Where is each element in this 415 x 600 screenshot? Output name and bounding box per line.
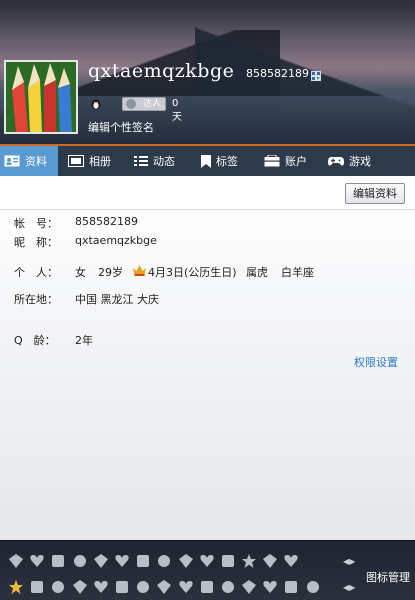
music-icon[interactable] <box>112 577 132 597</box>
penguin-level-icon <box>91 99 101 110</box>
tab-tags[interactable]: 标签 <box>189 146 252 176</box>
nickname-label: 昵 称： <box>14 236 58 249</box>
qage-value: 2年 <box>75 334 93 347</box>
permission-settings-link[interactable]: 权限设置 <box>354 354 398 370</box>
icon-row-2 <box>6 577 324 599</box>
pet-icon[interactable] <box>197 577 217 597</box>
location-value: 中国 黑龙江 大庆 <box>75 293 159 306</box>
account-value: 858582189 <box>75 215 138 228</box>
safe-icon[interactable] <box>218 577 238 597</box>
feed-list-icon <box>134 156 148 166</box>
qq-music-icon[interactable] <box>239 577 259 597</box>
flag-icon[interactable] <box>70 551 90 571</box>
heart-icon[interactable] <box>27 551 47 571</box>
edit-signature-link[interactable]: 编辑个性签名 <box>88 119 154 135</box>
account-label: 帐 号： <box>14 217 58 230</box>
personal-label: 个 人： <box>14 266 58 279</box>
camera-icon[interactable] <box>48 577 68 597</box>
tab-games[interactable]: 游戏 <box>316 146 415 176</box>
birthday-value: 4月3日(公历生日) <box>148 266 237 279</box>
tab-label: 动态 <box>153 155 175 168</box>
game-icon[interactable] <box>70 577 90 597</box>
tab-label: 标签 <box>216 155 238 168</box>
gold-star-icon[interactable] <box>6 577 26 597</box>
diamond-icon[interactable] <box>197 551 217 571</box>
talent-badge[interactable]: 达人 <box>122 97 166 111</box>
icon-row-1 <box>6 551 303 573</box>
night-icon[interactable] <box>176 577 196 597</box>
bookmark-tag-icon <box>201 154 211 168</box>
heart-icon[interactable] <box>281 551 301 571</box>
tab-label: 账户 <box>285 155 307 168</box>
active-days: 0天 <box>172 98 182 123</box>
badge-label: 达人 <box>143 99 162 109</box>
nickname-value: qxtaemqzkbge <box>75 234 157 247</box>
icon-manage-button[interactable]: 图标管理 <box>366 569 410 585</box>
qr-code-icon[interactable] <box>311 71 321 81</box>
qq-penguin-icon[interactable] <box>48 551 68 571</box>
avatar[interactable] <box>4 60 78 134</box>
location-label: 所在地： <box>14 293 58 306</box>
gender-value: 女 <box>75 266 86 279</box>
details-toolbar: 编辑资料 <box>0 176 415 210</box>
star-badge-icon[interactable] <box>239 551 259 571</box>
photo-icon[interactable] <box>154 577 174 597</box>
pencils-icon <box>6 62 76 132</box>
crown-icon <box>133 265 146 276</box>
mail-icon[interactable] <box>281 577 301 597</box>
edit-icon[interactable] <box>260 577 280 597</box>
tab-label: 游戏 <box>349 155 371 168</box>
tab-label: 相册 <box>89 155 111 168</box>
shield-icon[interactable] <box>91 577 111 597</box>
tab-album[interactable]: 相册 <box>58 146 122 176</box>
diamond-icon[interactable] <box>218 551 238 571</box>
tab-label: 资料 <box>25 155 47 168</box>
gift-icon[interactable] <box>133 577 153 597</box>
wallet-icon <box>264 155 280 167</box>
zodiac-value: 属虎 <box>246 266 268 279</box>
tab-feed[interactable]: 动态 <box>122 146 189 176</box>
tab-profile[interactable]: 资料 <box>0 146 58 176</box>
diamond-icon[interactable] <box>260 551 280 571</box>
icon-bar: ◀▶ ◀▶ 图标管理 <box>0 540 415 600</box>
edit-profile-button[interactable]: 编辑资料 <box>345 183 405 204</box>
profile-details-panel: 编辑资料 帐 号： 858582189 昵 称： qxtaemqzkbge 个 … <box>0 176 415 540</box>
vip-icon[interactable] <box>112 551 132 571</box>
video-icon[interactable] <box>303 577 323 597</box>
mobile-qq-icon[interactable] <box>6 551 26 571</box>
scroll-right-arrow-icon[interactable]: ◀▶ <box>343 583 355 592</box>
diamond-icon[interactable] <box>133 551 153 571</box>
profile-header: qxtaemqzkbge 858582189 达人 0天 编辑个性签名 <box>0 0 415 146</box>
qq-number: 858582189 <box>246 67 309 80</box>
tab-account[interactable]: 账户 <box>252 146 316 176</box>
diamond-icon[interactable] <box>154 551 174 571</box>
constellation-value: 白羊座 <box>281 266 314 279</box>
diamond-icon[interactable] <box>176 551 196 571</box>
game-controller-icon <box>328 157 344 166</box>
nickname: qxtaemqzkbge <box>88 60 235 82</box>
qage-label: Q 龄： <box>14 334 56 347</box>
tab-bar: 资料 相册 动态 标签 账户 游戏 <box>0 146 415 176</box>
badge-face-icon <box>126 99 136 109</box>
profile-card-icon <box>4 155 20 167</box>
age-value: 29岁 <box>98 266 123 279</box>
diamond-icon[interactable] <box>91 551 111 571</box>
app-icon[interactable] <box>27 577 47 597</box>
scroll-left-arrow-icon[interactable]: ◀▶ <box>343 557 355 566</box>
photo-album-icon <box>68 155 84 167</box>
